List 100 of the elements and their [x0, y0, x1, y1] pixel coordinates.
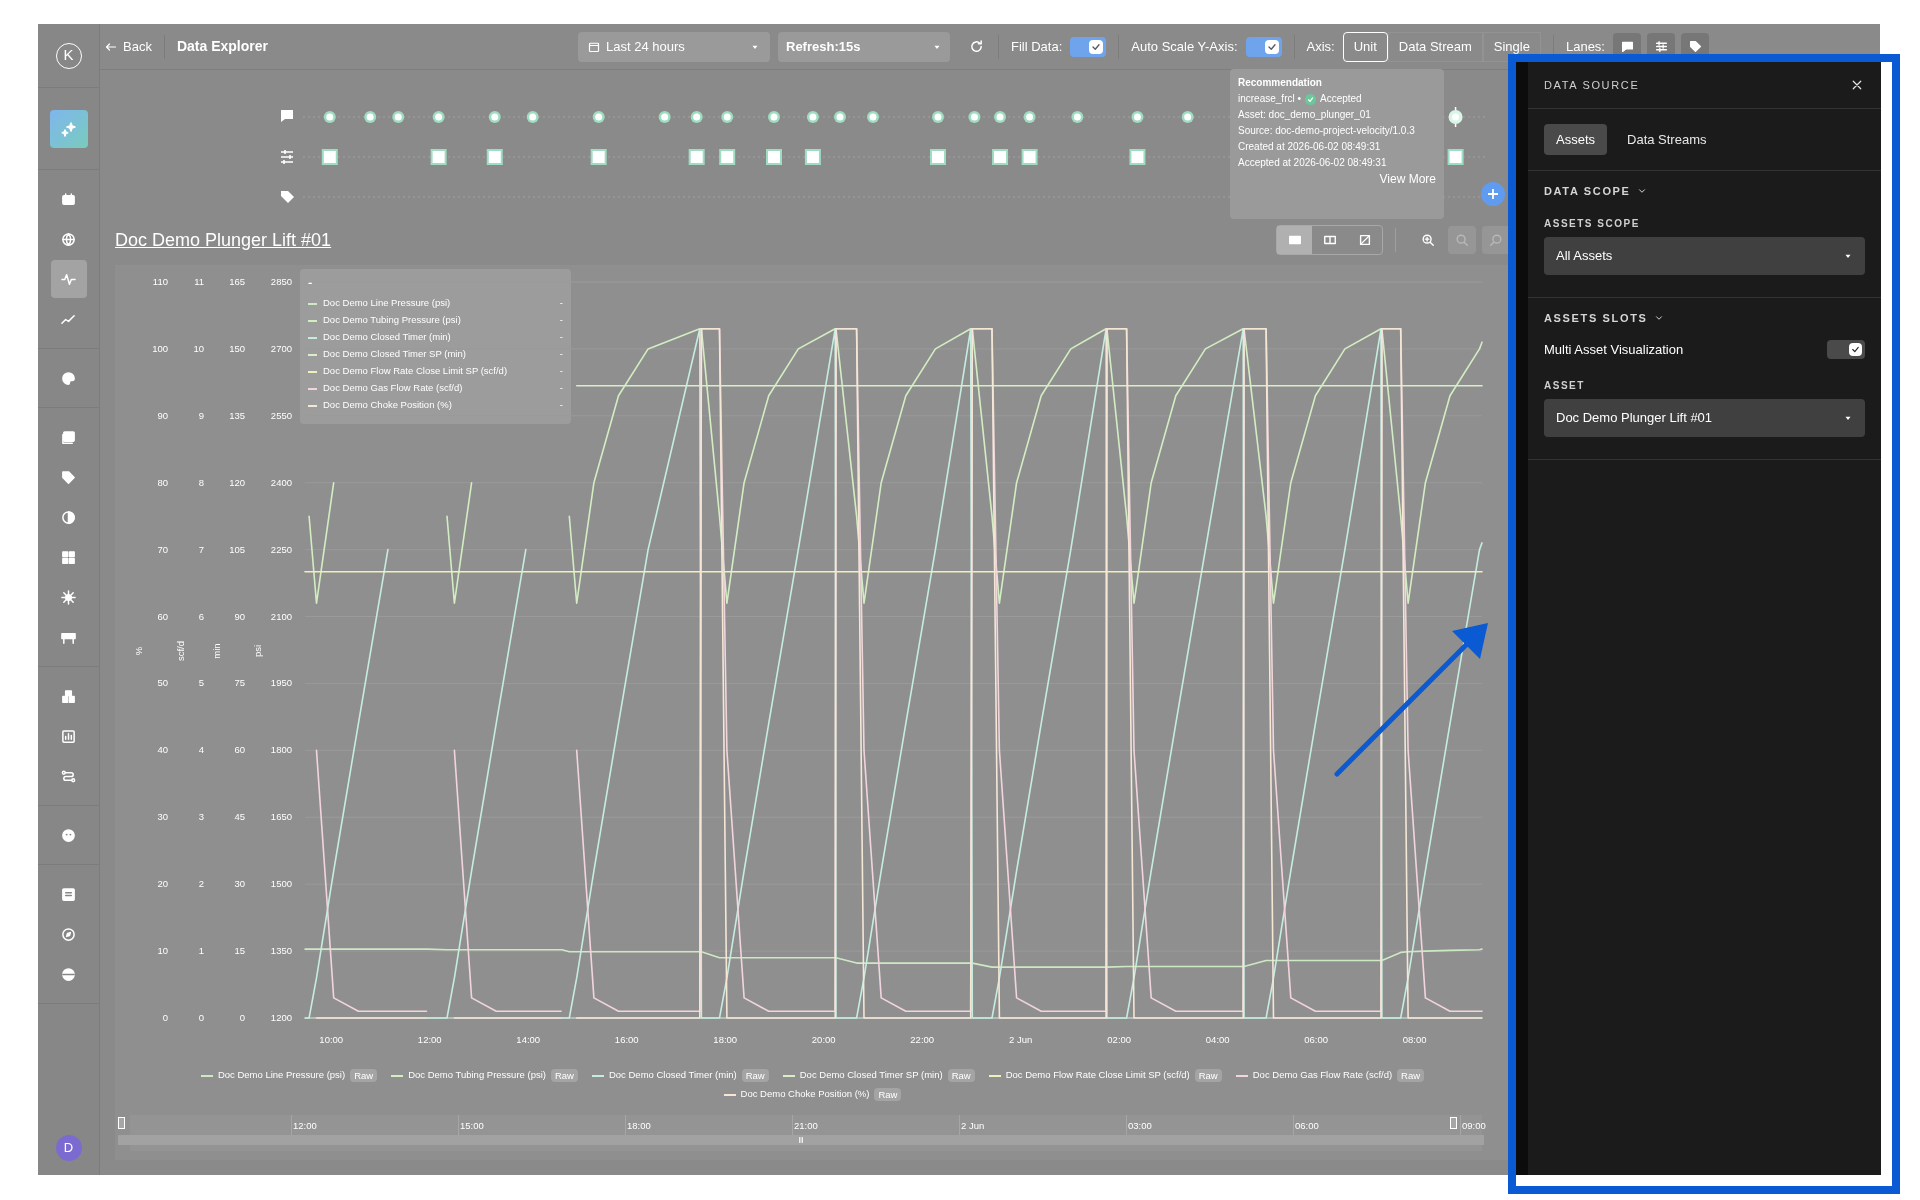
- y-axis-label: 165: [229, 276, 245, 287]
- section-header[interactable]: DATA SCOPE: [1544, 183, 1647, 200]
- legend-series-name: Doc Demo Flow Rate Close Limit SP (scf/d): [323, 364, 509, 379]
- y-axis-unit: scf/d: [175, 640, 186, 662]
- legend-value: -: [559, 347, 563, 362]
- tooltip-line: Created at 2026-06-02 08:49:31: [1238, 140, 1382, 154]
- y-axis-label: 8: [198, 476, 204, 488]
- recommendation-name: increase_frcl •: [1238, 92, 1301, 106]
- y-axis-label: 1650: [270, 811, 292, 823]
- legend-item[interactable]: Doc Demo Line Pressure (psi) Raw: [200, 1067, 378, 1084]
- y-axis-label: 0: [162, 1012, 168, 1023]
- y-axis-label: 10: [193, 342, 204, 354]
- navigator-label: 03:00: [1128, 1119, 1152, 1133]
- lanes-label: Lanes:: [1565, 37, 1605, 56]
- panel-tab[interactable]: Data Streams: [1615, 124, 1719, 155]
- y-axis-label: 120: [229, 476, 245, 488]
- y-axis-label: 20: [157, 878, 168, 890]
- y-axis-label: 0: [239, 1012, 245, 1023]
- x-axis-label: 08:00: [1402, 1034, 1427, 1045]
- y-axis-label: 105: [229, 543, 245, 555]
- avatar[interactable]: D: [55, 1135, 82, 1161]
- y-axis-label: 90: [234, 610, 245, 622]
- legend-series-name: Doc Demo Gas Flow Rate (scf/d): [323, 381, 464, 396]
- axis-option[interactable]: Single: [1482, 31, 1541, 62]
- y-axis-label: 2850: [270, 276, 292, 287]
- y-axis-label: 1: [198, 945, 204, 957]
- y-axis-label: 90: [157, 409, 168, 421]
- section-header[interactable]: ASSETS SLOTS: [1544, 309, 1664, 326]
- y-axis-label: 60: [157, 610, 168, 622]
- tooltip-line: Source: doc-demo-project-velocity/1.0.3: [1238, 124, 1416, 138]
- y-axis-label: 0: [198, 1012, 204, 1023]
- y-axis-label: 30: [234, 878, 245, 890]
- legend-item[interactable]: Doc Demo Choke Position (%) Raw: [723, 1086, 902, 1103]
- navigator-label: 15:00: [460, 1119, 484, 1133]
- status-text: Accepted: [1319, 92, 1362, 106]
- legend-series-name: Doc Demo Line Pressure (psi): [323, 296, 452, 311]
- x-axis-label: 12:00: [417, 1034, 442, 1045]
- assets-scope-select[interactable]: All Assets: [1544, 236, 1865, 275]
- back-link[interactable]: Back: [105, 36, 152, 57]
- x-axis-label: 2 Jun: [1009, 1034, 1033, 1045]
- y-axis-label: 10: [157, 945, 168, 957]
- time-range-select[interactable]: Last 24 hours: [578, 31, 770, 62]
- x-axis-label: 10:00: [319, 1034, 344, 1045]
- y-axis-label: 4: [198, 744, 204, 756]
- y-axis-label: 100: [152, 342, 168, 354]
- y-axis-label: 2250: [270, 543, 292, 555]
- navigator-label: 12:00: [293, 1119, 317, 1133]
- navigator-label: 2 Jun: [961, 1119, 985, 1133]
- y-axis-unit: psi: [252, 644, 263, 658]
- y-axis-label: 70: [157, 543, 168, 555]
- y-axis-label: 150: [229, 342, 245, 354]
- toggle-label: Multi Asset Visualization: [1544, 341, 1684, 359]
- y-axis-label: 80: [157, 476, 168, 488]
- legend-item[interactable]: Doc Demo Tubing Pressure (psi) Raw: [391, 1067, 578, 1084]
- axis-option[interactable]: Data Stream: [1387, 31, 1483, 62]
- legend-value: -: [559, 296, 563, 311]
- chart-title-link[interactable]: Doc Demo Plunger Lift #01: [115, 226, 332, 254]
- legend-item[interactable]: Doc Demo Closed Timer (min) Raw: [591, 1067, 769, 1084]
- y-axis-label: 1350: [270, 945, 292, 957]
- legend-item[interactable]: Doc Demo Gas Flow Rate (scf/d) Raw: [1235, 1067, 1425, 1084]
- refresh-select[interactable]: Refresh:15s: [778, 31, 950, 62]
- legend-series-name: Doc Demo Closed Timer SP (min): [323, 347, 467, 362]
- y-axis-label: 1950: [270, 677, 292, 689]
- y-axis-label: 2700: [270, 342, 292, 354]
- legend-series-name: Doc Demo Choke Position (%): [323, 398, 453, 413]
- y-axis-unit: min: [211, 643, 222, 659]
- hover-legend-header: -: [308, 275, 314, 292]
- y-axis-label: 5: [198, 677, 204, 689]
- legend-series-name: Doc Demo Closed Timer (min): [323, 330, 452, 345]
- axis-option[interactable]: Unit: [1342, 31, 1388, 62]
- asset-select[interactable]: Doc Demo Plunger Lift #01: [1544, 398, 1865, 437]
- y-axis-label: 110: [152, 276, 168, 287]
- tooltip-line: Asset: doc_demo_plunger_01: [1238, 108, 1372, 122]
- fill-data-label: Fill Data:: [1011, 37, 1063, 56]
- view-more-link[interactable]: View More: [1379, 171, 1436, 187]
- y-axis-label: 40: [157, 744, 168, 756]
- y-axis-label: 11: [194, 276, 204, 287]
- auto-scale-label: Auto Scale Y-Axis:: [1131, 37, 1238, 56]
- panel-tab[interactable]: Assets: [1544, 124, 1607, 155]
- y-axis-label: 9: [198, 409, 204, 421]
- y-axis-label: 1200: [270, 1012, 292, 1023]
- x-axis-label: 06:00: [1304, 1034, 1329, 1045]
- navigator-label: 06:00: [1295, 1119, 1319, 1133]
- y-axis-unit: %: [133, 646, 144, 656]
- y-axis-label: 7: [198, 543, 204, 555]
- legend-item[interactable]: Doc Demo Flow Rate Close Limit SP (scf/d) Raw: [988, 1067, 1222, 1084]
- legend-value: -: [559, 364, 563, 379]
- legend-item[interactable]: Doc Demo Closed Timer SP (min) Raw: [782, 1067, 975, 1084]
- legend-value: -: [559, 330, 563, 345]
- y-axis-label: 135: [229, 409, 245, 421]
- legend-series-name: Doc Demo Tubing Pressure (psi): [323, 313, 462, 328]
- y-axis-label: 60: [234, 744, 245, 756]
- y-axis-label: 50: [157, 677, 168, 689]
- tooltip-line: Accepted at 2026-06-02 08:49:31: [1238, 156, 1388, 170]
- field-label: ASSET: [1544, 378, 1586, 393]
- y-axis-label: 2550: [270, 409, 292, 421]
- axis-label: Axis:: [1306, 37, 1335, 56]
- navigator-label: 18:00: [627, 1119, 651, 1133]
- y-axis-label: 1500: [270, 878, 292, 890]
- x-axis-label: 22:00: [910, 1034, 935, 1045]
